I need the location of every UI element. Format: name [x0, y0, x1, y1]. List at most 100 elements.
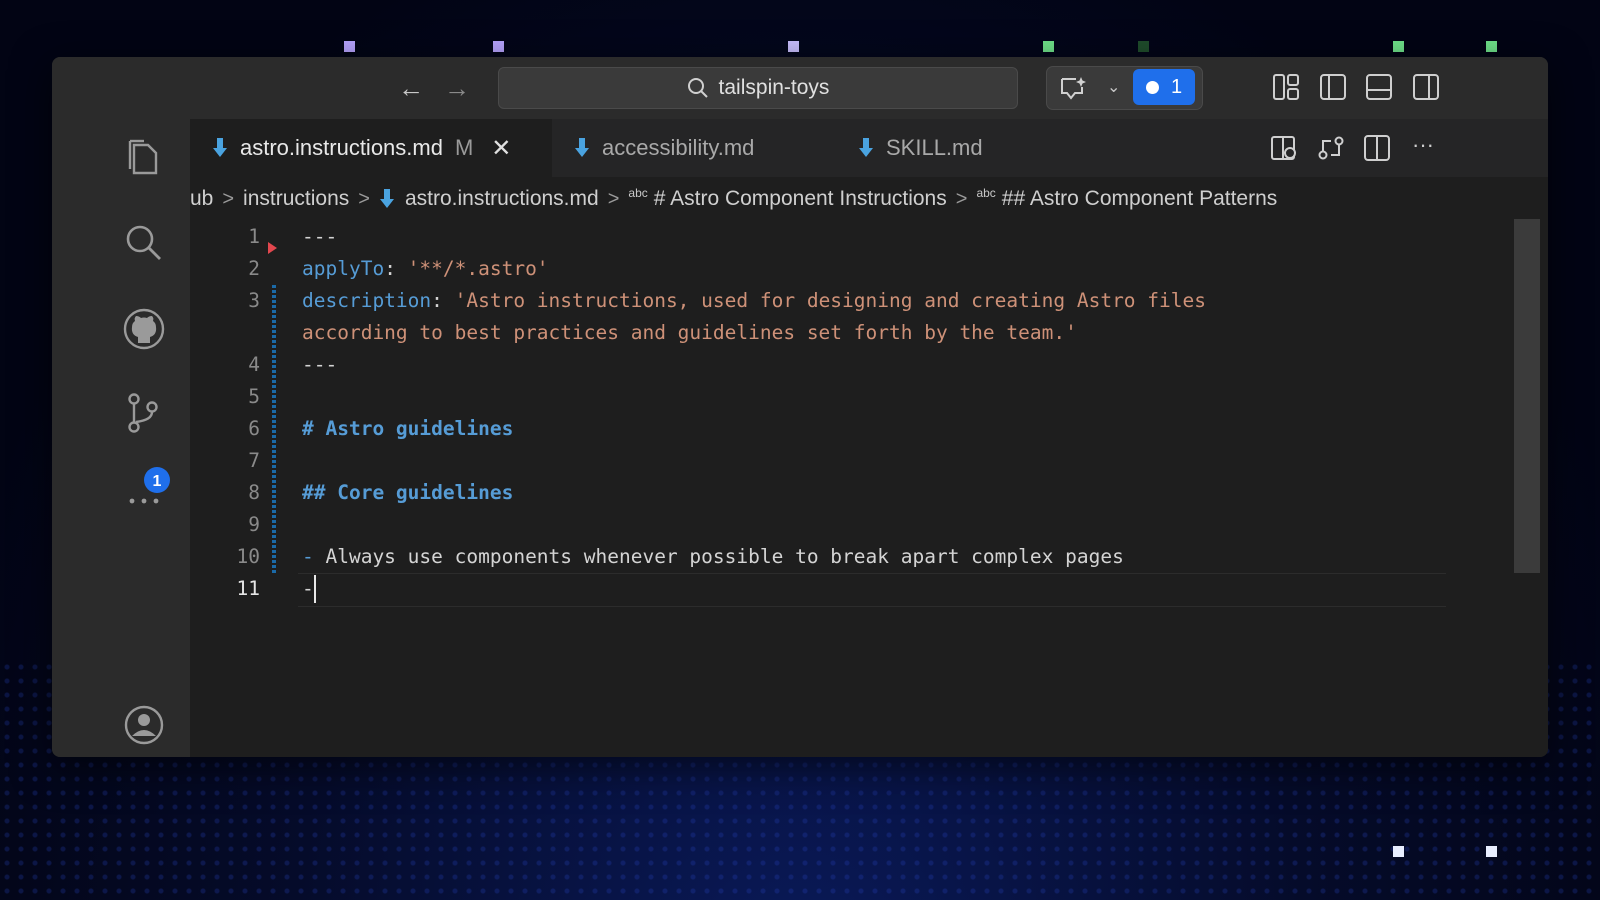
- breadcrumb-item[interactable]: # Astro Component Instructions: [654, 187, 947, 211]
- code-token: 'Astro instructions, used for designing …: [454, 289, 1206, 312]
- tab-astro-instructions[interactable]: astro.instructions.md M ✕: [190, 119, 552, 177]
- modified-lines-gutter: [272, 285, 276, 573]
- compare-changes-icon[interactable]: [1316, 133, 1346, 163]
- search-icon[interactable]: [122, 221, 166, 265]
- breadcrumb-item[interactable]: astro.instructions.md: [405, 187, 599, 211]
- decor-pixel: [1393, 846, 1404, 857]
- arrow-left-icon[interactable]: ←: [396, 73, 426, 103]
- close-icon[interactable]: ✕: [491, 134, 511, 163]
- chevron-right-icon: >: [222, 187, 235, 210]
- line-content: applyTo: '**/*.astro': [302, 253, 549, 285]
- line-number: 6: [248, 417, 260, 440]
- chevron-right-icon: >: [607, 187, 620, 210]
- line-content: description: 'Astro instructions, used f…: [302, 285, 1206, 317]
- code-token: Always use components whenever possible …: [325, 545, 1124, 568]
- line-content: ---: [302, 221, 337, 253]
- line-number: 5: [248, 385, 260, 408]
- symbol-string-icon: abc: [976, 186, 996, 200]
- tab-label: accessibility.md: [602, 135, 755, 160]
- title-bar: ← → tailspin-toys ⌄ 1: [52, 57, 1548, 119]
- tab-label: SKILL.md: [886, 135, 983, 160]
- open-preview-icon[interactable]: [1270, 133, 1300, 163]
- code-token: ## Core guidelines: [302, 481, 514, 504]
- decor-pixel: [1486, 846, 1497, 857]
- files-icon[interactable]: [122, 135, 166, 179]
- symbol-string-icon: abc: [628, 186, 648, 200]
- tab-skill[interactable]: SKILL.md: [836, 119, 1005, 177]
- chat-sparkle-icon[interactable]: [1059, 75, 1087, 101]
- breadcrumb: ub > instructions > astro.instructions.m…: [190, 181, 1548, 217]
- more-actions-icon[interactable]: ···: [1408, 133, 1438, 163]
- code-token: ---: [302, 353, 338, 376]
- line-content: # Astro guidelines: [302, 413, 513, 445]
- customize-layout-icon[interactable]: [1272, 73, 1300, 101]
- editor-tabs: astro.instructions.md M ✕ accessibility.…: [190, 119, 1548, 177]
- account-icon[interactable]: [122, 703, 166, 747]
- code-token: :: [431, 289, 455, 312]
- deleted-lines-marker: [268, 242, 277, 254]
- search-text: tailspin-toys: [718, 76, 830, 99]
- tab-label: astro.instructions.md: [240, 135, 443, 160]
- code-token: description: [302, 289, 432, 312]
- chevron-down-icon[interactable]: ⌄: [1107, 77, 1120, 97]
- tab-accessibility[interactable]: accessibility.md: [552, 119, 776, 177]
- code-token: '**/*.astro': [407, 257, 549, 280]
- line-content: according to best practices and guidelin…: [302, 317, 1077, 349]
- more-icon[interactable]: [122, 479, 166, 523]
- notification-count: 1: [1170, 75, 1183, 98]
- markdown-file-icon: [575, 138, 589, 157]
- scrollbar[interactable]: [1514, 219, 1540, 573]
- code-token: -: [302, 577, 314, 600]
- breadcrumb-item[interactable]: ## Astro Component Patterns: [1002, 187, 1278, 211]
- decor-pixel: [1138, 41, 1149, 52]
- line-number: 3: [248, 289, 260, 312]
- line-number: 9: [248, 513, 260, 536]
- decor-pixel: [344, 41, 355, 52]
- code-editor[interactable]: 1 --- 2 applyTo: '**/*.astro' 3 description: …: [190, 219, 1548, 757]
- notification-badge-button[interactable]: 1: [1133, 69, 1195, 105]
- line-number: 10: [236, 545, 260, 568]
- line-number: 11: [236, 577, 260, 600]
- line-number: 4: [248, 353, 260, 376]
- decor-pixel: [1043, 41, 1054, 52]
- line-content: -: [302, 573, 314, 605]
- split-editor-icon[interactable]: [1362, 133, 1392, 163]
- line-number: 2: [248, 257, 260, 280]
- current-line-highlight: [298, 573, 1446, 607]
- breadcrumb-item[interactable]: ub: [190, 187, 213, 211]
- decor-pixel: [1393, 41, 1404, 52]
- line-content: - Always use components whenever possibl…: [302, 541, 1124, 573]
- dot-icon: [1145, 80, 1159, 94]
- code-token: :: [384, 257, 408, 280]
- decor-pixel: [493, 41, 504, 52]
- search-icon: [687, 78, 708, 98]
- markdown-file-icon: [213, 138, 227, 157]
- chat-controls: ⌄ 1: [1046, 66, 1203, 110]
- line-number: 8: [248, 481, 260, 504]
- line-content: ---: [302, 349, 337, 381]
- source-control-icon[interactable]: [122, 391, 166, 435]
- arrow-right-icon[interactable]: →: [442, 73, 472, 103]
- decor-pixel: [1486, 41, 1497, 52]
- toggle-sidebar-icon[interactable]: [1319, 73, 1347, 101]
- toggle-panel-icon[interactable]: [1365, 73, 1393, 101]
- command-center-search[interactable]: tailspin-toys: [498, 67, 1018, 109]
- line-number: 1: [248, 225, 260, 248]
- line-number: 7: [248, 449, 260, 472]
- markdown-file-icon: [379, 189, 394, 208]
- toggle-secondary-sidebar-icon[interactable]: [1412, 73, 1440, 101]
- code-token: -: [302, 545, 326, 568]
- chevron-right-icon: >: [358, 187, 370, 210]
- line-content: ## Core guidelines: [302, 477, 513, 509]
- chevron-right-icon: >: [955, 187, 968, 210]
- code-token: according to best practices and guidelin…: [302, 321, 1077, 344]
- decor-pixel: [788, 41, 799, 52]
- markdown-file-icon: [859, 138, 873, 157]
- github-icon[interactable]: [122, 307, 166, 351]
- modified-indicator: M: [454, 135, 474, 160]
- code-token: # Astro guidelines: [302, 417, 514, 440]
- code-token: ---: [302, 225, 338, 248]
- activity-bar: 1: [52, 119, 190, 757]
- code-token: applyTo: [302, 257, 385, 280]
- breadcrumb-item[interactable]: instructions: [243, 187, 349, 211]
